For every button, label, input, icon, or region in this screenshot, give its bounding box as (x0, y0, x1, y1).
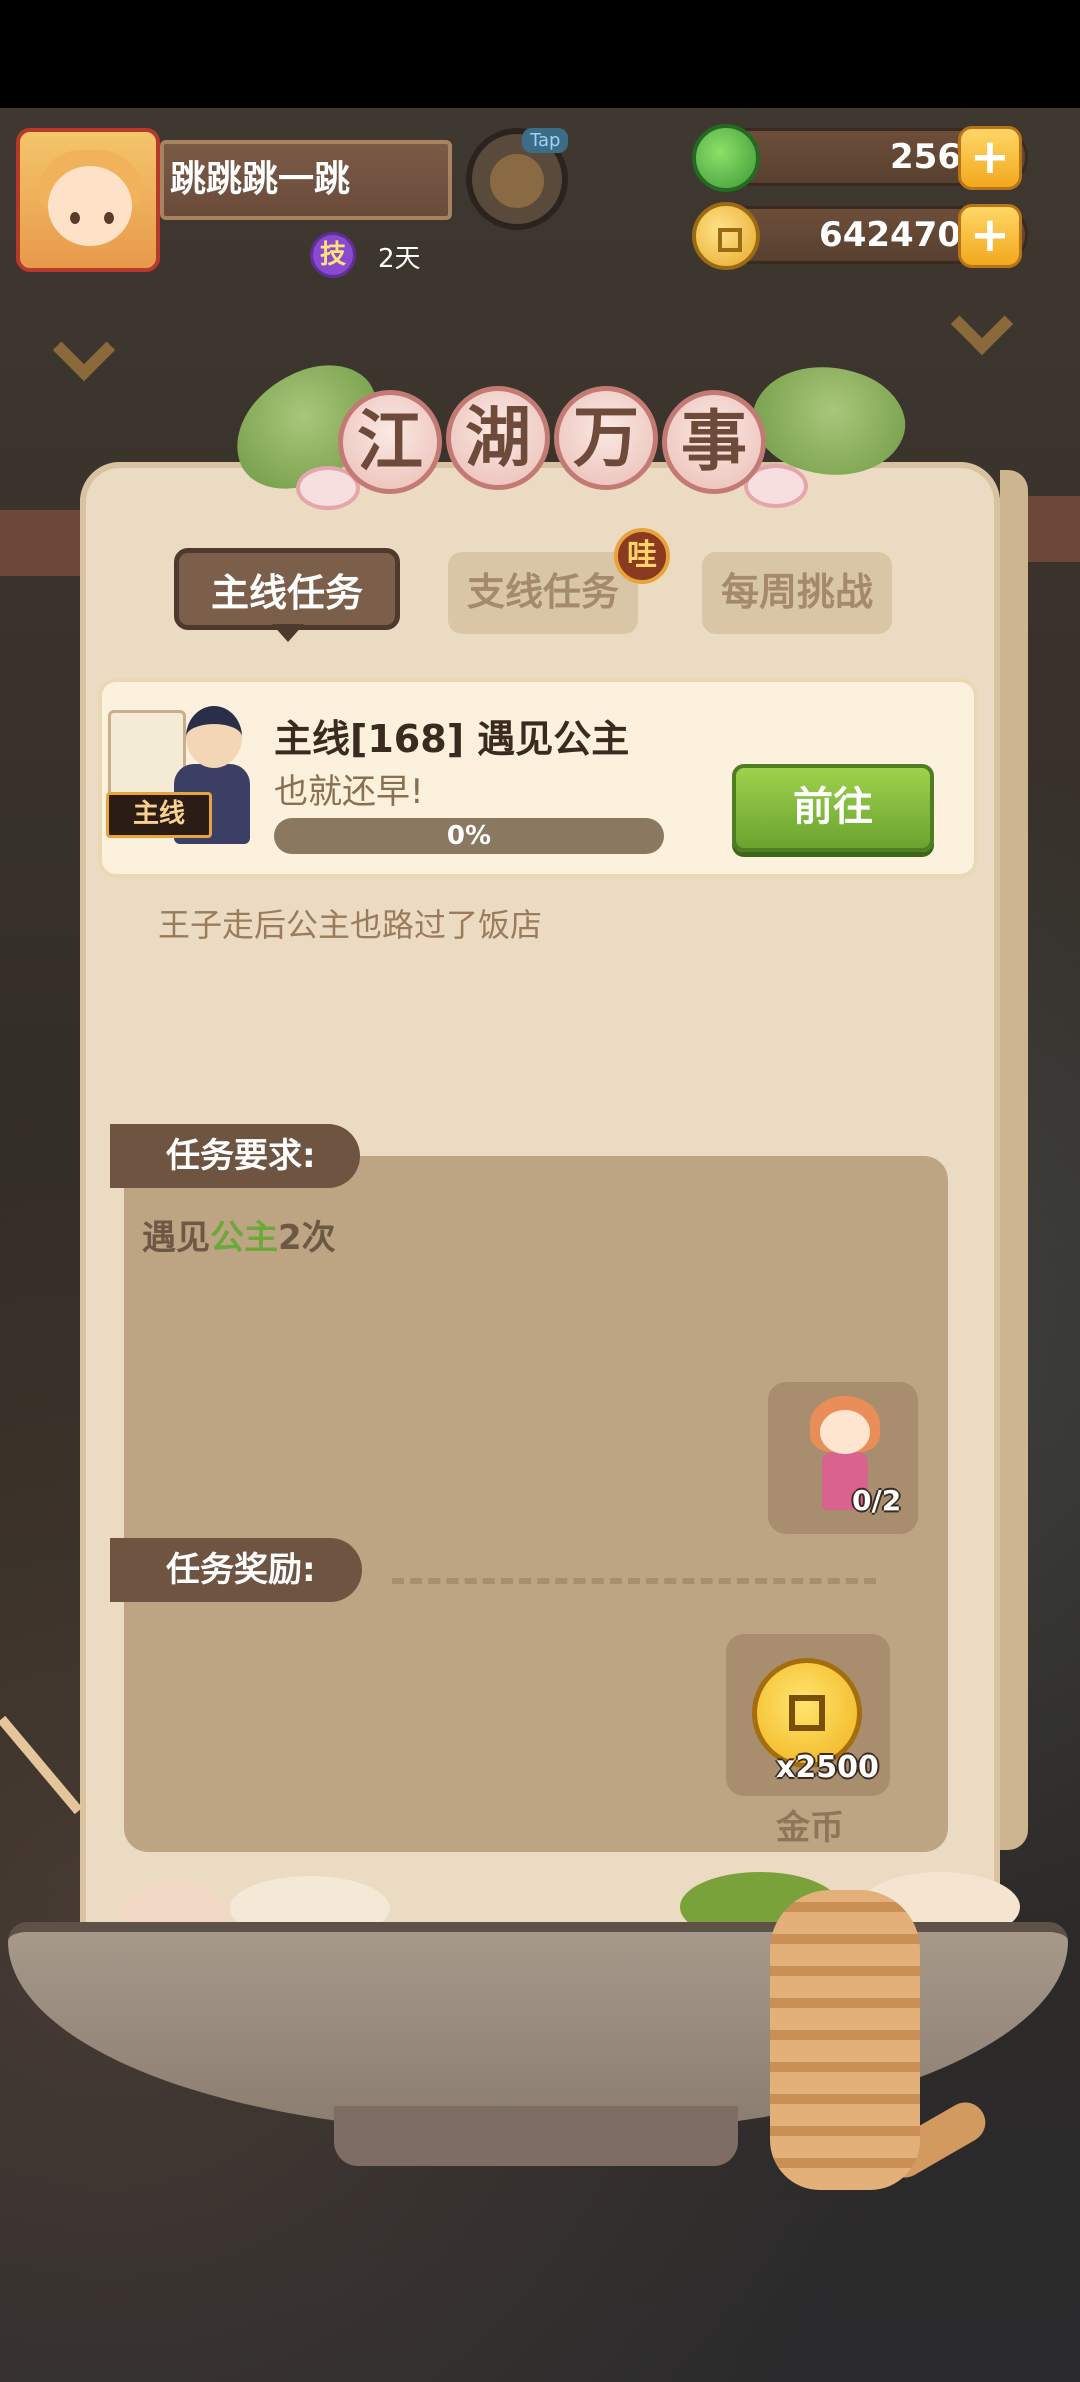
portrait-head (186, 706, 242, 768)
avatar-eye (70, 212, 80, 224)
add-jade-button[interactable]: + (958, 126, 1022, 190)
requirement-label: 任务要求: (110, 1124, 360, 1188)
princess-face (820, 1410, 870, 1454)
scroll-edge (1000, 470, 1028, 1850)
avatar-eye (104, 212, 114, 224)
avatar-face (48, 166, 132, 246)
player-avatar[interactable] (16, 128, 160, 272)
tap-bubble-button[interactable]: Tap (466, 128, 569, 230)
add-coins-button[interactable]: + (958, 204, 1022, 268)
quest-type-tag: 主线 (106, 792, 212, 838)
go-button[interactable]: 前往 (732, 764, 934, 852)
reward-name: 金币 (776, 1808, 844, 1848)
quest-title: 主线[168] 遇见公主 (274, 717, 630, 761)
tab-main-quests[interactable]: 主线任务 (174, 548, 400, 630)
progress-text: 0% (446, 821, 492, 851)
reward-quantity: x2500 (776, 1750, 879, 1785)
gold-coin-icon (692, 202, 760, 270)
requirement-text-before: 遇见 (142, 1218, 210, 1258)
requirement-text: 遇见公主2次 (142, 1210, 336, 1259)
reward-label: 任务奖励: (110, 1538, 362, 1602)
panel-title-char: 万 (554, 386, 658, 490)
panel-title-char: 江 (338, 390, 442, 494)
bubble-icon (490, 154, 544, 208)
requirement-text-after: 2次 (278, 1218, 336, 1258)
quest-subtitle: 也就还早! (274, 772, 424, 812)
coin-hole (789, 1695, 825, 1731)
skill-badge-icon[interactable]: 技 (310, 232, 356, 278)
tab-side-quests[interactable]: 支线任务 (448, 552, 638, 634)
bowl-base (334, 2106, 738, 2166)
target-count: 0/2 (852, 1484, 902, 1517)
panel-title-char: 事 (662, 390, 766, 494)
player-name: 跳跳跳一跳 (160, 140, 452, 220)
jade-icon (692, 124, 760, 192)
chevron-down-icon[interactable] (54, 336, 110, 376)
skill-days-text: 2天 (378, 244, 421, 274)
panel-title-char: 湖 (446, 386, 550, 490)
tab-weekly-challenge[interactable]: 每周挑战 (702, 552, 892, 634)
cat-icon (770, 1890, 920, 2190)
divider (392, 1578, 876, 1584)
active-tab-pointer (272, 624, 304, 642)
quest-description: 王子走后公主也路过了饭店 (158, 906, 543, 944)
status-bar (0, 0, 1080, 108)
quest-progress-bar: 0% (274, 818, 664, 854)
chevron-down-icon[interactable] (952, 310, 1008, 350)
tap-hint: Tap (522, 128, 569, 153)
notification-badge: 哇 (614, 528, 670, 584)
requirement-target-name: 公主 (210, 1218, 278, 1258)
